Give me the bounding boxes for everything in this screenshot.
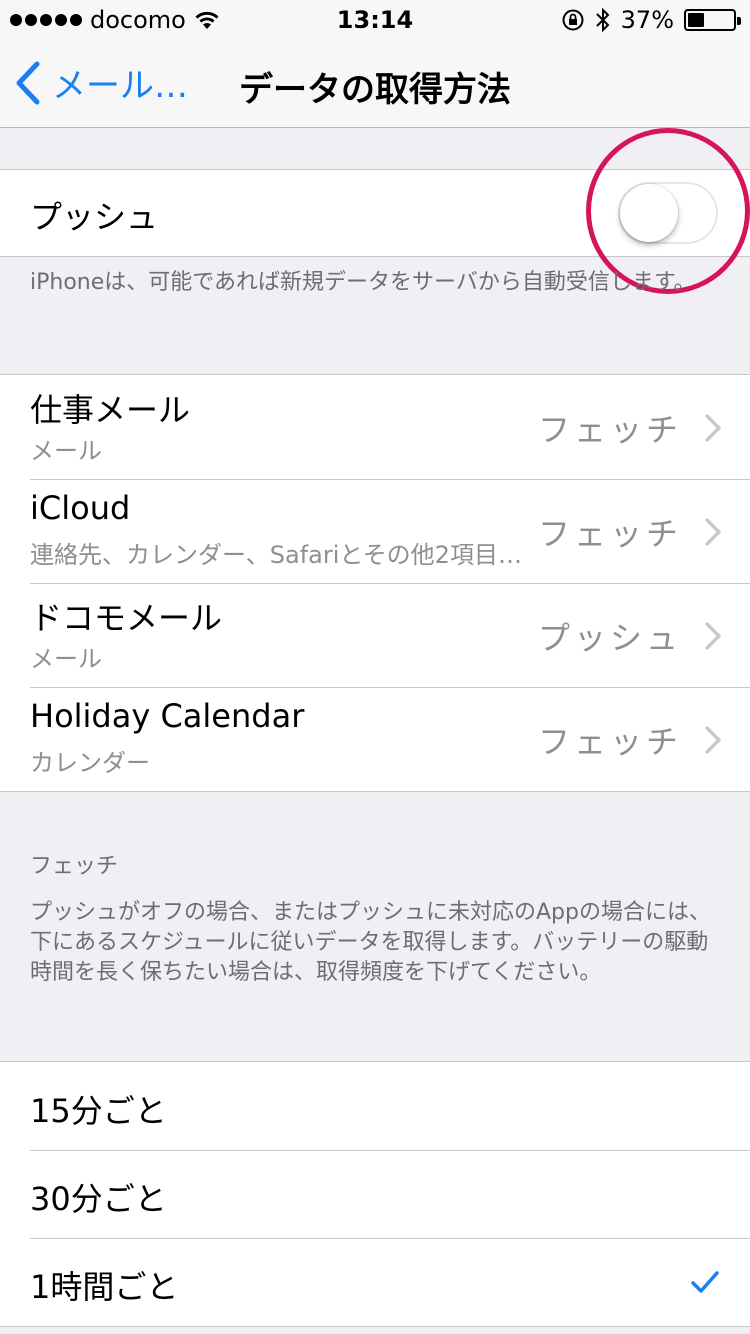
account-subtitle: メール bbox=[30, 437, 102, 465]
fetch-option-label: 1時間ごと bbox=[30, 1268, 179, 1306]
fetch-option-row[interactable]: 15分ごと bbox=[0, 1062, 750, 1150]
account-name: iCloud bbox=[30, 489, 131, 527]
fetch-header: フェッチ bbox=[30, 854, 119, 879]
checkmark-icon bbox=[691, 1271, 719, 1293]
chevron-right-icon bbox=[705, 518, 721, 546]
account-name: ドコモメール bbox=[30, 599, 223, 637]
account-subtitle: メール bbox=[30, 645, 102, 673]
account-fetch-mode: フェッチ bbox=[537, 411, 682, 449]
chevron-right-icon bbox=[705, 622, 721, 650]
chevron-right-icon bbox=[705, 414, 721, 442]
account-fetch-mode: フェッチ bbox=[537, 515, 682, 553]
account-row[interactable]: Holiday Calendar カレンダー フェッチ bbox=[0, 687, 750, 791]
chevron-right-icon bbox=[705, 726, 721, 754]
account-name: Holiday Calendar bbox=[30, 697, 305, 735]
fetch-option-row[interactable]: 1時間ごと bbox=[0, 1238, 750, 1326]
battery-percent: 37% bbox=[620, 6, 674, 34]
account-row[interactable]: iCloud 連絡先、カレンダー、Safariとその他2項目… フェッチ bbox=[0, 479, 750, 583]
fetch-option-label: 15分ごと bbox=[30, 1092, 167, 1130]
status-right: 37% bbox=[561, 6, 741, 34]
page-title: データの取得方法 bbox=[239, 70, 511, 110]
account-row[interactable]: ドコモメールメール プッシュ bbox=[0, 583, 750, 687]
bluetooth-icon bbox=[595, 7, 610, 33]
push-note: iPhoneは、可能であれば新規データをサーバから自動受信します。 bbox=[30, 270, 696, 295]
navigation-bar: メール… データの取得方法 bbox=[0, 40, 750, 128]
fetch-note: プッシュがオフの場合、またはプッシュに未対応のAppの場合には、下にあるスケジュ… bbox=[30, 900, 711, 985]
accounts-group: 仕事メール メール フェッチ iCloud 連絡先、カレンダー、Safariとその他2項… bbox=[0, 374, 750, 792]
account-fetch-mode: プッシュ bbox=[537, 619, 682, 657]
battery-icon bbox=[684, 9, 741, 31]
account-row[interactable]: 仕事メールメール フェッチ bbox=[0, 375, 750, 479]
status-bar: docomo 13:14 37% bbox=[0, 0, 750, 40]
fetch-options-group: 15分ごと 30分ごと 1時間ごと bbox=[0, 1061, 750, 1327]
push-label: プッシュ bbox=[30, 198, 159, 236]
account-fetch-mode: フェッチ bbox=[537, 723, 682, 761]
fetch-option-row[interactable]: 30分ごと bbox=[0, 1150, 750, 1238]
account-subtitle: 連絡先、カレンダー、Safariとその他2項目… bbox=[30, 541, 522, 569]
fetch-option-label: 30分ごと bbox=[30, 1180, 167, 1218]
account-subtitle: カレンダー bbox=[30, 749, 150, 777]
orientation-lock-icon bbox=[562, 9, 584, 31]
account-name: 仕事メール bbox=[30, 391, 191, 429]
